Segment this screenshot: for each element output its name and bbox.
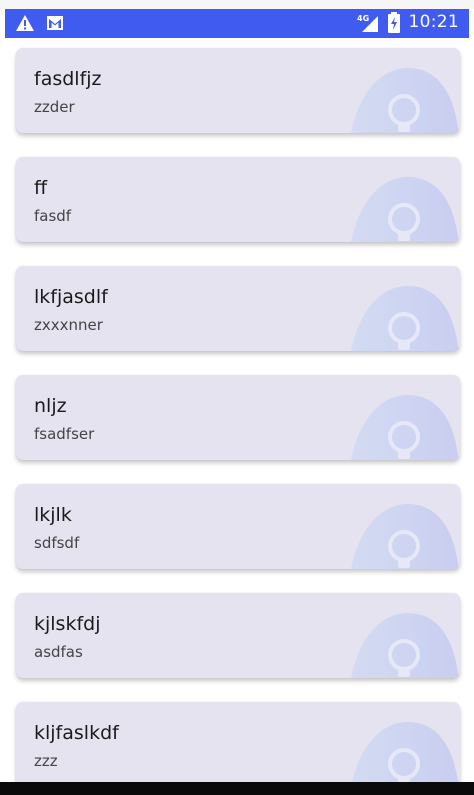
gmail-icon <box>45 13 65 33</box>
list-card[interactable]: fasdlfjz zzder <box>16 48 460 133</box>
card-title: ff <box>34 177 48 199</box>
card-subtitle: zzder <box>34 98 75 116</box>
card-list[interactable]: fasdlfjz zzder ff fasdf lkfjasdlf zxxxnner nlj… <box>5 38 469 782</box>
list-card[interactable]: lkfjasdlf zxxxnner <box>16 266 460 351</box>
card-title: kljfaslkdf <box>34 722 119 744</box>
card-title: kjlskfdj <box>34 613 101 635</box>
battery-charging-icon <box>387 12 401 33</box>
status-bar: 4G 10:21 <box>5 9 469 38</box>
warning-icon <box>15 13 35 33</box>
card-title: nljz <box>34 395 67 417</box>
list-card[interactable]: kjlskfdj asdfas <box>16 593 460 678</box>
card-title: lkfjasdlf <box>34 286 108 308</box>
card-subtitle: sdfsdf <box>34 534 80 552</box>
card-title: fasdlfjz <box>34 68 102 90</box>
card-subtitle: zxxxnner <box>34 316 103 334</box>
card-title: lkjlk <box>34 504 72 526</box>
lightbulb-decoration-icon <box>350 395 459 460</box>
network-type-text: 4G <box>357 14 369 23</box>
screen: 4G 10:21 fasdlfjz zzder ff fasdf lkfjasdlf zx… <box>0 0 474 795</box>
lightbulb-decoration-icon <box>350 177 459 242</box>
card-subtitle: zzz <box>34 752 58 770</box>
list-card[interactable]: kljfaslkdf zzz <box>16 702 460 782</box>
card-subtitle: asdfas <box>34 643 83 661</box>
list-card[interactable]: lkjlk sdfsdf <box>16 484 460 569</box>
lightbulb-decoration-icon <box>350 504 459 569</box>
frame-top-edge <box>0 0 474 9</box>
navigation-bar <box>0 782 474 795</box>
lightbulb-decoration-icon <box>350 68 459 133</box>
lightbulb-decoration-icon <box>350 613 459 678</box>
lightbulb-decoration-icon <box>350 286 459 351</box>
list-card[interactable]: ff fasdf <box>16 157 460 242</box>
card-subtitle: fasdf <box>34 207 72 225</box>
lightbulb-decoration-icon <box>352 722 458 782</box>
clock-time: 10:21 <box>408 12 459 32</box>
signal-icon: 4G <box>357 12 379 32</box>
card-subtitle: fsadfser <box>34 425 95 443</box>
list-card[interactable]: nljz fsadfser <box>16 375 460 460</box>
